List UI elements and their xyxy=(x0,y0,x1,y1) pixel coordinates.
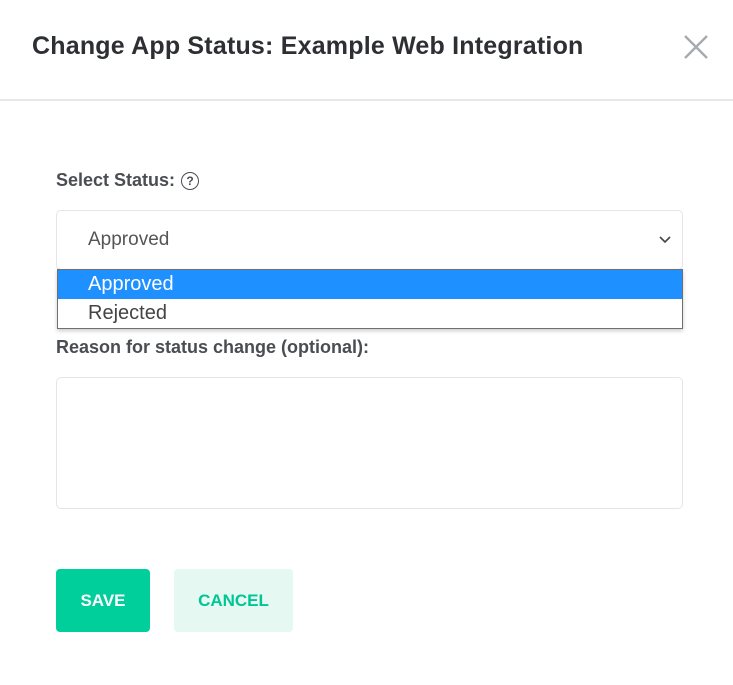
dialog-title: Change App Status: Example Web Integrati… xyxy=(32,32,584,60)
status-select[interactable]: Approved xyxy=(56,210,683,270)
chevron-down-icon xyxy=(659,236,671,244)
status-select-value: Approved xyxy=(88,229,170,250)
reason-label: Reason for status change (optional): xyxy=(56,337,370,357)
status-option-rejected[interactable]: Rejected xyxy=(58,299,682,328)
status-dropdown-list: Approved Rejected xyxy=(57,269,683,329)
status-label: Select Status:? xyxy=(56,170,200,191)
save-button[interactable]: SAVE xyxy=(56,569,150,632)
cancel-button[interactable]: CANCEL xyxy=(174,569,293,632)
dialog-header: Change App Status: Example Web Integrati… xyxy=(0,0,733,101)
reason-textarea[interactable] xyxy=(56,377,683,509)
help-icon[interactable]: ? xyxy=(181,172,200,190)
status-option-approved[interactable]: Approved xyxy=(58,270,682,299)
status-label-text: Select Status: xyxy=(56,170,176,190)
close-icon[interactable] xyxy=(682,33,710,61)
